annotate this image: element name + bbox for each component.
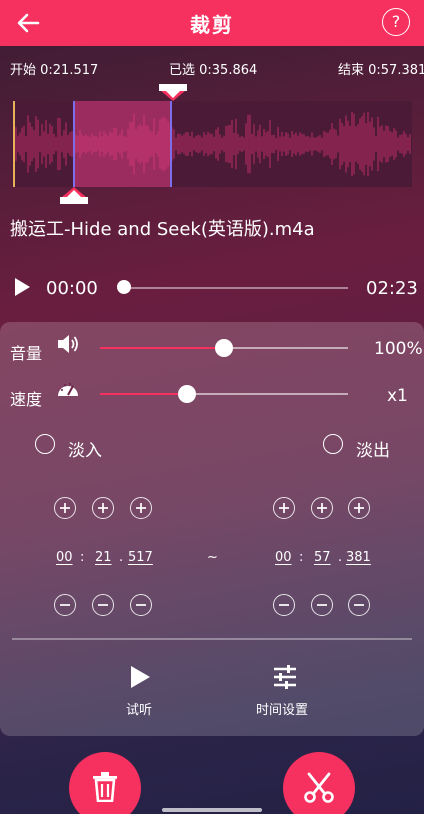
current-time: 00:00 xyxy=(46,278,98,299)
waveform[interactable] xyxy=(12,101,412,187)
speedometer-icon xyxy=(58,383,78,396)
time-range-separator: ~ xyxy=(207,550,218,565)
end-minute-decrement-button[interactable] xyxy=(311,594,333,616)
speed-slider[interactable] xyxy=(100,393,348,395)
volume-label: 音量 xyxy=(10,344,43,363)
start-time-colon: : xyxy=(80,550,85,565)
end-minute-increment-button[interactable] xyxy=(311,497,333,519)
end-time-dot: . xyxy=(338,550,343,565)
time-settings-label: 时间设置 xyxy=(256,703,309,718)
app-header: 裁剪 ? xyxy=(0,0,424,46)
page-title: 裁剪 xyxy=(190,13,234,37)
start-minute-increment-button[interactable] xyxy=(92,497,114,519)
speed-value: x1 xyxy=(387,386,408,406)
end-millis-decrement-button[interactable] xyxy=(348,594,370,616)
play-icon xyxy=(131,666,150,688)
volume-slider-knob[interactable] xyxy=(215,339,233,357)
volume-slider-fill xyxy=(100,347,224,349)
speed-label: 速度 xyxy=(10,390,43,409)
volume-value: 100% xyxy=(374,339,423,359)
end-millis-increment-button[interactable] xyxy=(348,497,370,519)
fade-in-label: 淡入 xyxy=(68,441,102,461)
fade-out-radio[interactable] xyxy=(323,434,343,454)
start-millis-increment-button[interactable] xyxy=(130,497,152,519)
end-hour-increment-button[interactable] xyxy=(273,497,295,519)
home-indicator xyxy=(162,808,262,812)
time-settings-button[interactable]: 时间设置 xyxy=(250,658,322,720)
start-minute-decrement-button[interactable] xyxy=(92,594,114,616)
end-minute-field[interactable]: 57 xyxy=(314,550,331,565)
play-button[interactable] xyxy=(12,276,32,302)
delete-button[interactable] xyxy=(69,752,141,814)
total-time: 02:23 xyxy=(366,278,418,299)
speed-slider-knob[interactable] xyxy=(177,385,196,403)
waveform-selection[interactable] xyxy=(73,101,172,187)
help-button[interactable]: ? xyxy=(382,8,410,36)
start-marker-handle[interactable] xyxy=(60,186,88,208)
start-hour-decrement-button[interactable] xyxy=(54,594,76,616)
start-millis-decrement-button[interactable] xyxy=(130,594,152,616)
start-hour-field[interactable]: 00 xyxy=(56,550,73,565)
fade-in-radio[interactable] xyxy=(35,434,55,454)
preview-button[interactable]: 试听 xyxy=(112,658,168,720)
file-name: 搬运工-Hide and Seek(英语版).m4a xyxy=(10,219,315,240)
speed-slider-fill xyxy=(100,393,187,395)
start-millis-field[interactable]: 517 xyxy=(128,550,153,565)
seek-bar[interactable] xyxy=(124,287,348,289)
selected-duration-readout: 已选 0:35.864 xyxy=(169,63,258,78)
start-minute-field[interactable]: 21 xyxy=(95,550,112,565)
cut-button[interactable] xyxy=(283,752,355,814)
end-time-readout: 结束 0:57.381 xyxy=(338,63,424,78)
end-hour-decrement-button[interactable] xyxy=(273,594,295,616)
start-position-line xyxy=(13,101,15,187)
end-hour-field[interactable]: 00 xyxy=(275,550,292,565)
seek-knob[interactable] xyxy=(117,280,131,294)
start-time-readout: 开始 0:21.517 xyxy=(10,63,99,78)
fade-out-label: 淡出 xyxy=(356,441,390,461)
scissors-icon xyxy=(304,772,334,803)
end-millis-field[interactable]: 381 xyxy=(346,550,371,565)
start-time-dot: . xyxy=(119,550,124,565)
panel-divider xyxy=(12,638,412,640)
sliders-icon xyxy=(274,665,296,689)
speaker-icon xyxy=(58,335,78,353)
trash-icon xyxy=(93,772,117,802)
end-time-colon: : xyxy=(299,550,304,565)
preview-label: 试听 xyxy=(126,703,153,718)
start-hour-increment-button[interactable] xyxy=(54,497,76,519)
play-icon xyxy=(15,278,30,296)
